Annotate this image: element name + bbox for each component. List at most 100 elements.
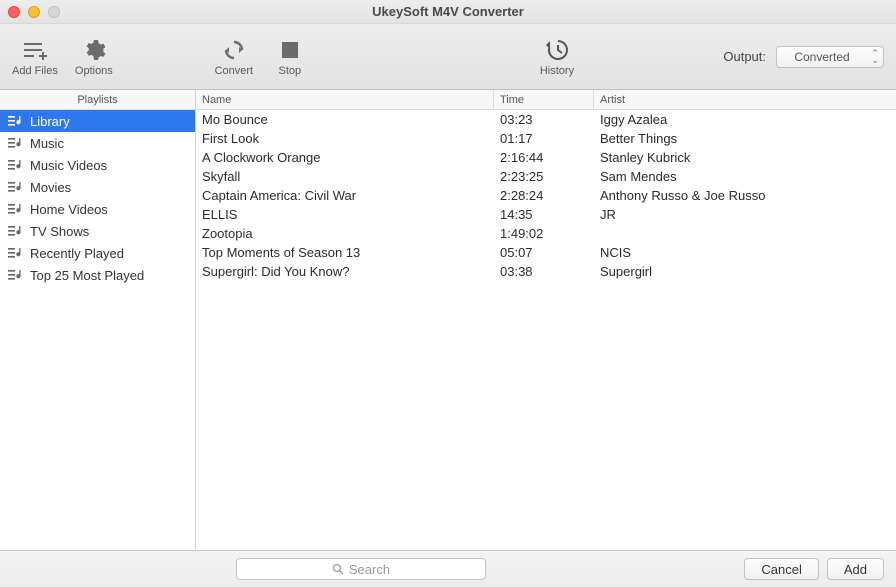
sidebar-item-recently-played[interactable]: Recently Played <box>0 242 195 264</box>
convert-icon <box>221 37 247 63</box>
output-dropdown[interactable]: Converted ⌃⌄ <box>776 46 884 68</box>
content-area: Playlists Library Music Music Videos Movies… <box>0 90 896 550</box>
sidebar-item-library[interactable]: Library <box>0 110 195 132</box>
playlist-icon <box>8 158 24 172</box>
output-label: Output: <box>723 49 766 64</box>
cell-name: Zootopia <box>196 226 494 241</box>
playlist-icon <box>8 246 24 260</box>
footer: Search Cancel Add <box>0 550 896 587</box>
add-files-button[interactable]: Add Files <box>12 37 58 77</box>
cell-name: Supergirl: Did You Know? <box>196 264 494 279</box>
output-value: Converted <box>794 50 849 64</box>
add-button[interactable]: Add <box>827 558 884 580</box>
sidebar-item-label: Music Videos <box>30 158 107 173</box>
add-files-label: Add Files <box>12 65 58 77</box>
cell-artist: NCIS <box>594 245 896 260</box>
sidebar-item-label: Library <box>30 114 70 129</box>
cell-name: Mo Bounce <box>196 112 494 127</box>
table-row[interactable]: ELLIS14:35JR <box>196 205 896 224</box>
convert-button[interactable]: Convert <box>214 37 254 77</box>
search-input[interactable]: Search <box>236 558 486 580</box>
cell-time: 2:16:44 <box>494 150 594 165</box>
cell-name: Skyfall <box>196 169 494 184</box>
playlist-icon <box>8 224 24 238</box>
chevron-updown-icon: ⌃⌄ <box>871 50 879 64</box>
options-label: Options <box>75 65 113 77</box>
cell-time: 03:38 <box>494 264 594 279</box>
cell-time: 01:17 <box>494 131 594 146</box>
sidebar-item-tv-shows[interactable]: TV Shows <box>0 220 195 242</box>
playlist-icon <box>8 114 24 128</box>
table-row[interactable]: A Clockwork Orange2:16:44Stanley Kubrick <box>196 148 896 167</box>
search-icon <box>332 563 344 575</box>
sidebar-item-label: Home Videos <box>30 202 108 217</box>
column-artist[interactable]: Artist <box>594 90 896 109</box>
table-row[interactable]: Skyfall2:23:25Sam Mendes <box>196 167 896 186</box>
sidebar-item-label: Movies <box>30 180 71 195</box>
sidebar-item-label: TV Shows <box>30 224 89 239</box>
cancel-button[interactable]: Cancel <box>744 558 818 580</box>
cell-name: ELLIS <box>196 207 494 222</box>
sidebar-item-music-videos[interactable]: Music Videos <box>0 154 195 176</box>
sidebar-item-home-videos[interactable]: Home Videos <box>0 198 195 220</box>
stop-label: Stop <box>279 65 302 77</box>
stop-icon <box>277 37 303 63</box>
toolbar: Add Files Options Convert Stop History <box>0 24 896 90</box>
table-row[interactable]: Supergirl: Did You Know?03:38Supergirl <box>196 262 896 281</box>
cell-name: Top Moments of Season 13 <box>196 245 494 260</box>
cell-name: A Clockwork Orange <box>196 150 494 165</box>
table-row[interactable]: Zootopia1:49:02 <box>196 224 896 243</box>
minimize-window-button[interactable] <box>28 6 40 18</box>
sidebar-item-top-25-most-played[interactable]: Top 25 Most Played <box>0 264 195 286</box>
cell-artist: Stanley Kubrick <box>594 150 896 165</box>
cell-artist: Iggy Azalea <box>594 112 896 127</box>
cell-artist: Better Things <box>594 131 896 146</box>
sidebar-item-label: Recently Played <box>30 246 124 261</box>
sidebar-item-label: Music <box>30 136 64 151</box>
column-headers: Name Time Artist <box>196 90 896 110</box>
cell-time: 03:23 <box>494 112 594 127</box>
table-row[interactable]: Mo Bounce03:23Iggy Azalea <box>196 110 896 129</box>
stop-button[interactable]: Stop <box>270 37 310 77</box>
convert-label: Convert <box>215 65 254 77</box>
playlist-icon <box>8 136 24 150</box>
sidebar: Playlists Library Music Music Videos Movies… <box>0 90 196 550</box>
titlebar: UkeySoft M4V Converter <box>0 0 896 24</box>
cell-time: 2:23:25 <box>494 169 594 184</box>
main-panel: Name Time Artist Mo Bounce03:23Iggy Azal… <box>196 90 896 550</box>
options-button[interactable]: Options <box>74 37 114 77</box>
playlist-icon <box>8 268 24 282</box>
search-placeholder: Search <box>349 562 390 577</box>
cell-artist: JR <box>594 207 896 222</box>
cell-name: First Look <box>196 131 494 146</box>
history-icon <box>544 37 570 63</box>
close-window-button[interactable] <box>8 6 20 18</box>
sidebar-item-music[interactable]: Music <box>0 132 195 154</box>
cell-time: 05:07 <box>494 245 594 260</box>
table-row[interactable]: Captain America: Civil War2:28:24Anthony… <box>196 186 896 205</box>
column-name[interactable]: Name <box>196 90 494 109</box>
table-row[interactable]: Top Moments of Season 1305:07NCIS <box>196 243 896 262</box>
add-files-icon <box>22 37 48 63</box>
window-title: UkeySoft M4V Converter <box>372 4 524 19</box>
track-list: Mo Bounce03:23Iggy AzaleaFirst Look01:17… <box>196 110 896 550</box>
history-button[interactable]: History <box>540 37 574 77</box>
table-row[interactable]: First Look01:17Better Things <box>196 129 896 148</box>
history-label: History <box>540 65 574 77</box>
zoom-window-button[interactable] <box>48 6 60 18</box>
cell-artist: Sam Mendes <box>594 169 896 184</box>
cell-name: Captain America: Civil War <box>196 188 494 203</box>
cell-time: 2:28:24 <box>494 188 594 203</box>
window-controls <box>8 6 60 18</box>
gear-icon <box>81 37 107 63</box>
cell-time: 14:35 <box>494 207 594 222</box>
cell-time: 1:49:02 <box>494 226 594 241</box>
cell-artist: Anthony Russo & Joe Russo <box>594 188 896 203</box>
sidebar-header: Playlists <box>0 90 195 110</box>
playlist-icon <box>8 180 24 194</box>
column-time[interactable]: Time <box>494 90 594 109</box>
sidebar-item-label: Top 25 Most Played <box>30 268 144 283</box>
playlist-icon <box>8 202 24 216</box>
sidebar-item-movies[interactable]: Movies <box>0 176 195 198</box>
cell-artist: Supergirl <box>594 264 896 279</box>
